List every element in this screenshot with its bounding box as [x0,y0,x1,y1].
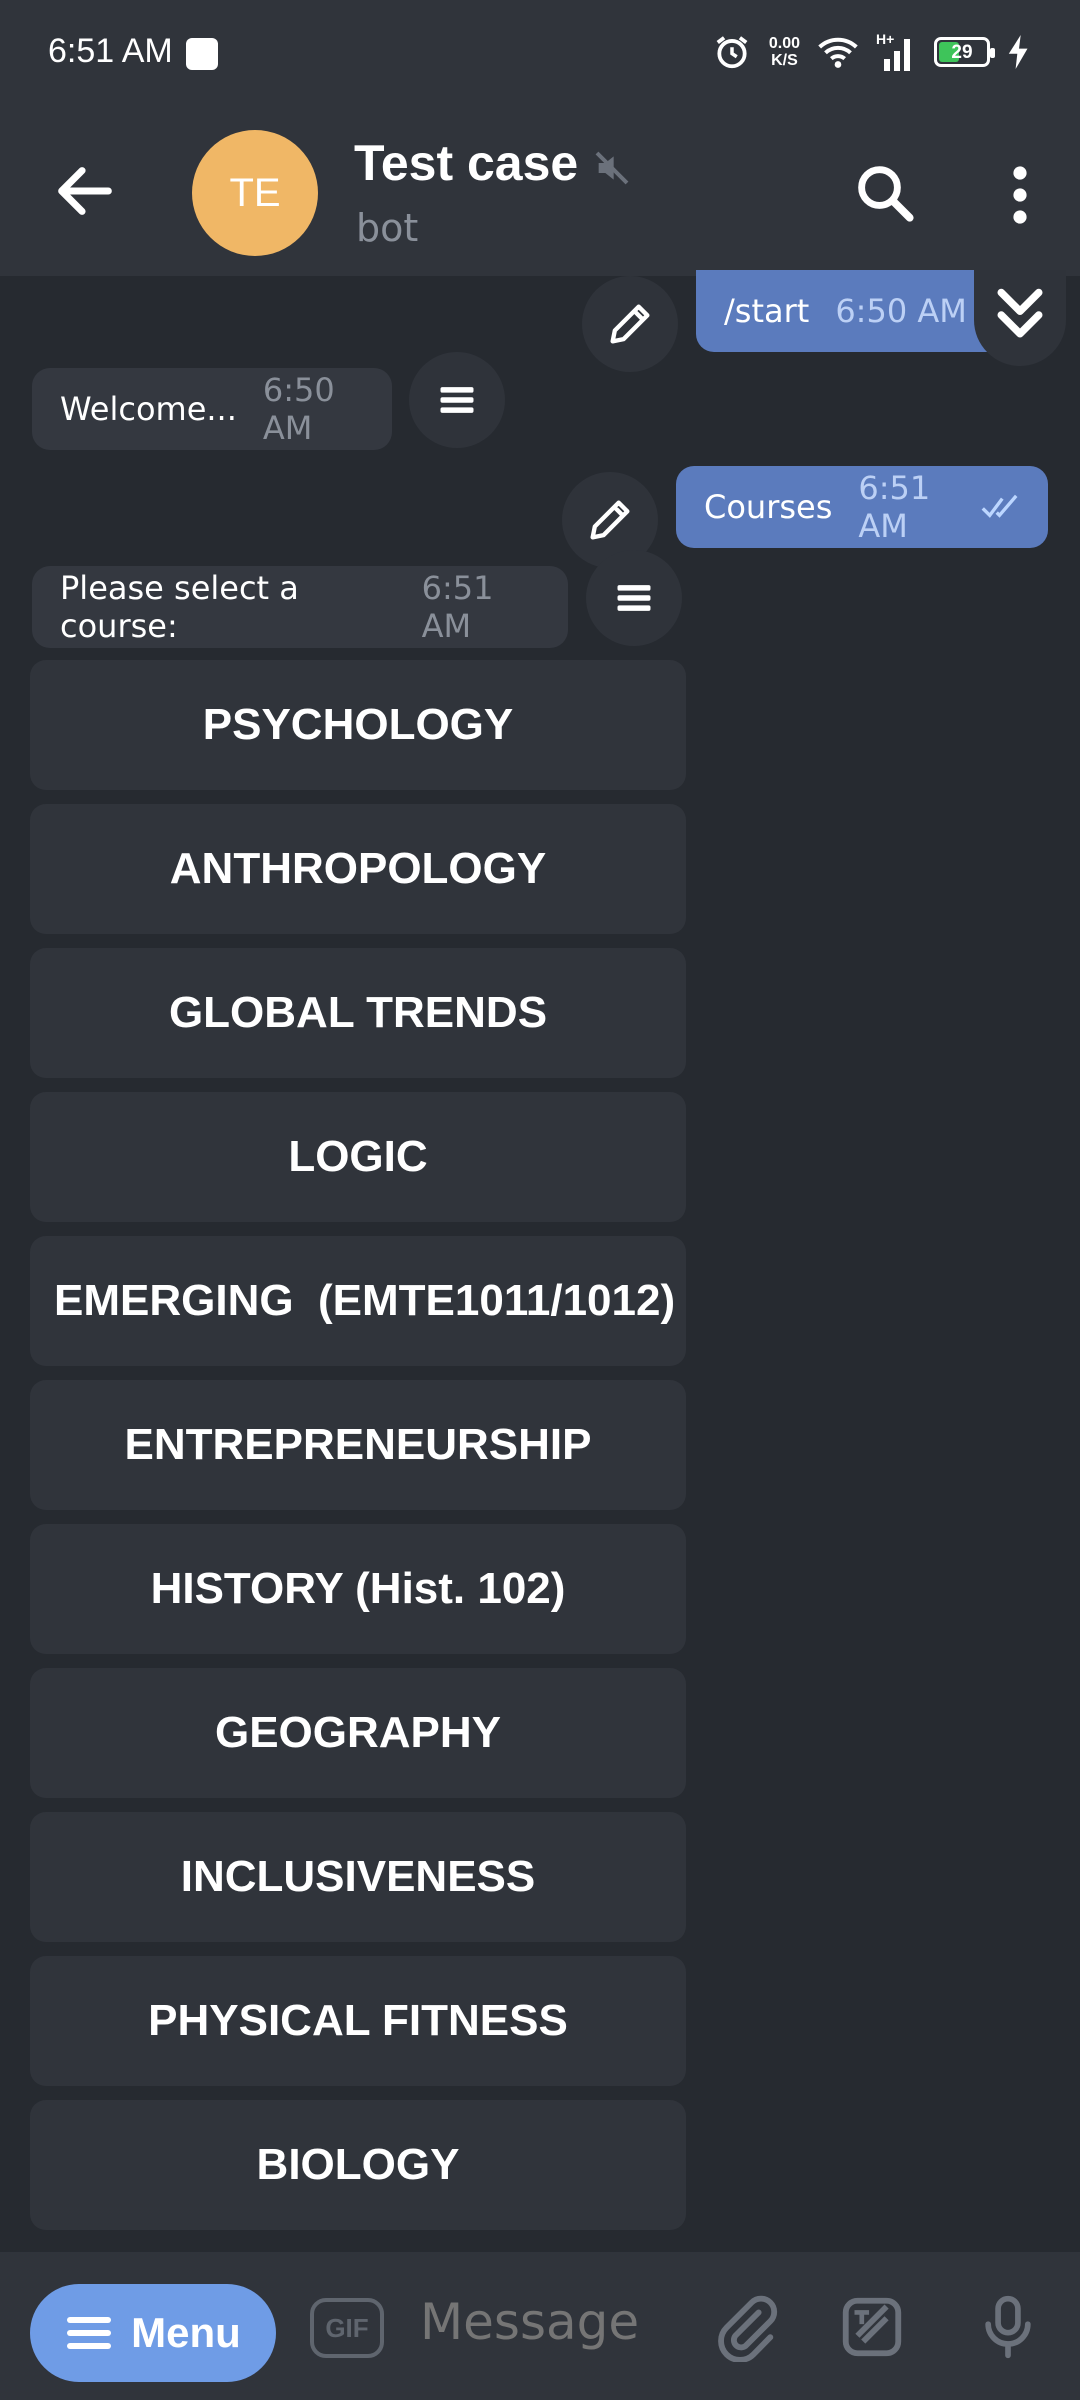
button-label: GLOBAL TRENDS [168,988,548,1037]
course-button-biology[interactable]: BIOLOGY [30,2100,686,2230]
button-label: PSYCHOLOGY [202,700,514,749]
message-bubble-outgoing[interactable]: Courses 6:51 AM [676,466,1048,548]
chat-title[interactable]: Test case [354,134,578,192]
course-button-history[interactable]: HISTORY (Hist. 102) [30,1524,686,1654]
chat-header: TE Test case bot [0,106,1080,276]
scroll-down-button[interactable] [974,270,1066,366]
status-icons: 0.00 K/S H+ 29 [713,30,1030,74]
button-label: INCLUSIVENESS [180,1852,536,1901]
pencil-icon [610,304,650,344]
pencil-icon [590,500,630,540]
keyboard-menu-icon [617,585,651,611]
course-button-global-trends[interactable]: GLOBAL TRENDS [30,948,686,1078]
microphone-icon[interactable] [974,2292,1042,2362]
charging-icon [1008,35,1028,69]
avatar[interactable]: TE [192,130,318,256]
course-button-emerging[interactable]: EMERGING (EMTE1011/1012) [30,1236,686,1366]
alarm-icon [716,36,748,69]
button-label: EMERGING (EMTE1011/1012) [54,1276,676,1325]
menu-button[interactable]: Menu [30,2284,276,2382]
wifi-icon [818,37,858,68]
button-label: GEOGRAPHY [214,1708,502,1757]
more-options-icon[interactable] [1000,162,1040,228]
attach-icon[interactable] [712,2292,782,2362]
edit-button[interactable] [582,276,678,372]
button-label: ENTREPRENEURSHIP [124,1420,592,1469]
bot-keyboard-button[interactable] [586,550,682,646]
signal-icon: H+ [876,31,916,71]
message-text: Courses [704,488,833,526]
status-bar: 6:51 AM 0.00 K/S H+ 29 [0,0,1080,106]
message-time: 6:51 AM [858,469,931,545]
button-label: LOGIC [288,1132,428,1181]
button-label: HISTORY (Hist. 102) [150,1564,566,1613]
gif-button[interactable]: GIF [310,2298,384,2358]
back-arrow-icon[interactable] [50,156,120,226]
course-button-anthropology[interactable]: ANTHROPOLOGY [30,804,686,934]
gif-label: GIF [325,2312,369,2343]
course-button-geography[interactable]: GEOGRAPHY [30,1668,686,1798]
sticker-icon[interactable] [836,2292,908,2362]
button-label: BIOLOGY [256,2140,460,2189]
bot-keyboard-button[interactable] [409,352,505,448]
speed-value: 0.00 [768,35,800,52]
search-icon[interactable] [852,160,918,226]
button-label: PHYSICAL FITNESS [148,1996,568,2045]
speed-unit: K/S [771,52,798,69]
button-label: ANTHROPOLOGY [169,844,547,893]
course-button-entrepreneurship[interactable]: ENTREPRENEURSHIP [30,1380,686,1510]
notification-icon [186,38,218,70]
message-text: Welcome... [60,390,237,428]
message-text: /start [724,292,810,330]
message-bubble-incoming[interactable]: Please select a course: 6:51 AM [32,566,568,648]
course-button-physical-fitness[interactable]: PHYSICAL FITNESS [30,1956,686,2086]
message-time: 6:50 AM [262,371,335,447]
keyboard-menu-icon [440,387,474,413]
message-input[interactable] [418,2292,662,2352]
status-time: 6:51 AM [48,32,173,70]
battery-icon: 29 [934,37,995,67]
course-button-psychology[interactable]: PSYCHOLOGY [30,660,686,790]
chat-subtitle: bot [356,206,419,250]
hamburger-icon [67,2317,112,2349]
course-button-logic[interactable]: LOGIC [30,1092,686,1222]
message-text: Please select a course: [60,569,299,645]
message-time: 6:51 AM [421,569,494,645]
muted-icon [595,151,629,185]
double-check-icon [981,494,1018,518]
double-chevron-down-icon [997,288,1043,338]
message-composer: Menu GIF [0,2252,1080,2400]
message-time: 6:50 AM [835,292,967,330]
avatar-initials: TE [229,170,281,215]
message-bubble-incoming[interactable]: Welcome... 6:50 AM [32,368,392,450]
battery-level: 29 [951,42,973,63]
course-button-inclusiveness[interactable]: INCLUSIVENESS [30,1812,686,1942]
menu-label: Menu [131,2309,241,2356]
network-speed: 0.00 K/S [769,35,800,69]
